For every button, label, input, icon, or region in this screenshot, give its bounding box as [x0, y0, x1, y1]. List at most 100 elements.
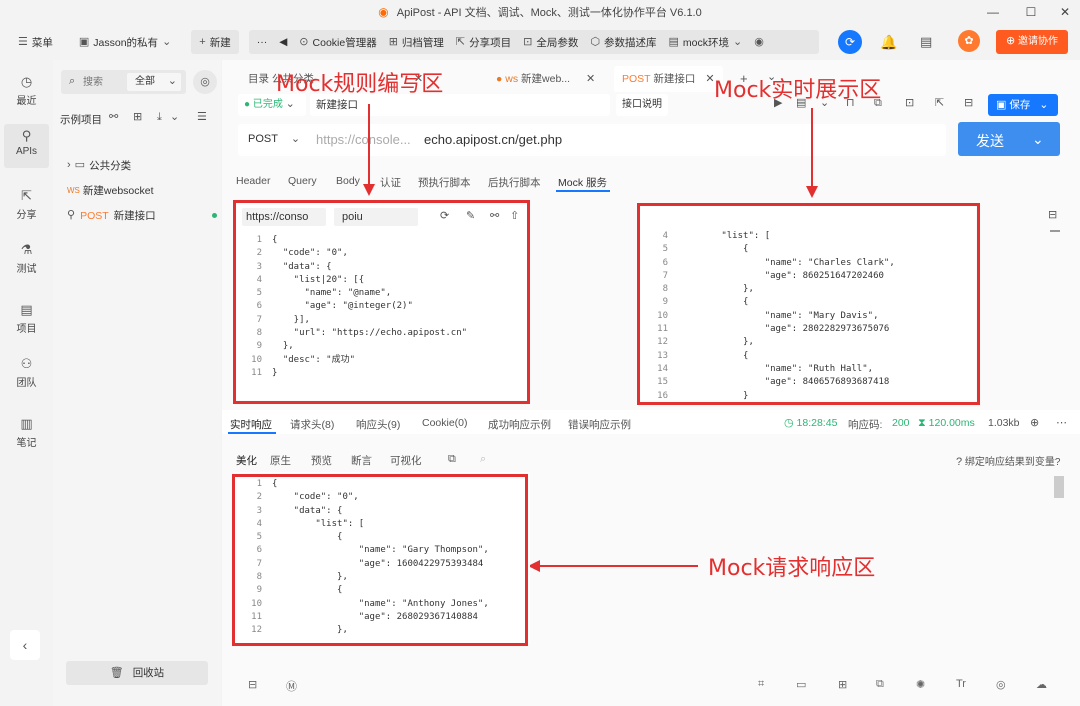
global-params-button[interactable]: ⊡ 全局参数 [517, 35, 584, 50]
layout-icon[interactable]: ⊟ [248, 678, 257, 691]
split-icon[interactable]: ⊞ [838, 678, 847, 691]
globe-icon[interactable]: ⊕ [1030, 418, 1039, 429]
nav-test[interactable]: ⚗ 测试 [4, 238, 49, 282]
note-icon: ▥ [20, 416, 33, 431]
folder-icon: ▭ [74, 159, 86, 171]
cookie-icon: ⊙ [299, 35, 309, 48]
copy-icon[interactable]: ⧉ [448, 454, 456, 465]
resp-subtab-visual[interactable]: 可视化 [390, 453, 422, 468]
tree-search: ⌕ 全部 ⌄ [61, 70, 186, 94]
resp-size: 1.03kb [988, 417, 1020, 429]
bind-variable-link[interactable]: ? 绑定响应结果到变量? [956, 453, 1060, 469]
invite-button[interactable]: ⊕ 邀请协作 [996, 30, 1068, 54]
nav-project[interactable]: ▤ 项目 [4, 298, 49, 342]
chevron-down-icon[interactable]: ⌄ [170, 112, 179, 123]
toolbar: ☰ 菜单 ▣ Jasson的私有 ⌄ + 新建 ··· ◀ ⊙ Cookie管理器… [0, 24, 1080, 60]
window-title: ApiPost - API 文档、调试、Mock、测试一体化协作平台 V6.1.… [396, 7, 702, 19]
search-icon[interactable]: ⌕ [480, 454, 486, 465]
api-tree-panel: ⌕ 全部 ⌄ ◎ 示例项目 ⚯ ⊞ ⤓ ⌄ ☰ › ▭ 公共分类 WS 新建we… [53, 60, 221, 706]
workspace-selector[interactable]: ▣ Jasson的私有 ⌄ [73, 35, 177, 50]
nav-apis[interactable]: ⚲ APIs [4, 124, 49, 168]
toolbar-menu-strip: ··· ◀ ⊙ Cookie管理器 ⊞ 归档管理 ⇱ 分享项目 ⊡ 全局参数 ⬡ 参数描述… [248, 30, 819, 54]
resp-tab-resp-headers[interactable]: 响应头(9) [356, 417, 400, 432]
title-bar: ◉ ApiPost - API 文档、调试、Mock、测试一体化协作平台 V6.… [0, 0, 1080, 24]
chevron-down-icon: ⌄ [732, 35, 743, 48]
resp-tab-live[interactable]: 实时响应 [230, 417, 272, 432]
settings-icon[interactable]: ✺ [916, 678, 925, 691]
resp-subtab-assert[interactable]: 断言 [351, 453, 372, 468]
test-icon: ⚗ [20, 242, 33, 257]
recycle-bin-button[interactable]: 🗑 回收站 [66, 661, 208, 685]
terminal-icon[interactable]: ▭ [796, 678, 806, 691]
resp-tab-cookie[interactable]: Cookie(0) [422, 417, 468, 429]
archive-button[interactable]: ⊞ 归档管理 [383, 35, 450, 50]
tree-item-websocket[interactable]: WS 新建websocket [67, 183, 154, 198]
resp-subtab-pretty[interactable]: 美化 [236, 453, 257, 468]
menu-button[interactable]: ☰ 菜单 [12, 35, 59, 50]
tree-search-input[interactable] [83, 74, 123, 90]
avatar[interactable]: ✿ [958, 30, 980, 52]
share-icon: ⇱ [21, 188, 32, 203]
share-project-button[interactable]: ⇱ 分享项目 [450, 35, 517, 50]
resp-subtab-preview[interactable]: 预览 [311, 453, 332, 468]
chevron-down-icon: ⌄ [162, 35, 172, 48]
apipost-logo-icon: ◉ [378, 5, 389, 19]
main-panel: 目录 公共分类 ✕ ● ws 新建web... ✕ POST 新建接口 ✕ + ⌄ ●… [222, 60, 1080, 706]
resp-tab-success-example[interactable]: 成功响应示例 [488, 417, 551, 432]
eye-button[interactable]: ◉ [748, 36, 770, 48]
minimize-button[interactable]: — [978, 2, 1008, 22]
sync-icon[interactable]: ⟳ [838, 30, 862, 54]
clock-icon: ◷ [20, 74, 33, 89]
resp-tab-error-example[interactable]: 错误响应示例 [568, 417, 631, 432]
user-plus-icon: ⊕ [1006, 35, 1016, 47]
close-button[interactable]: ✕ [1050, 2, 1080, 22]
trash-icon: 🗑 [109, 667, 124, 679]
cookie-manager-button[interactable]: ⊙ Cookie管理器 [293, 35, 382, 50]
search-icon: ⌕ [69, 75, 76, 87]
maximize-button[interactable]: ☐ [1016, 2, 1046, 22]
crop-icon[interactable]: ⌗ [758, 678, 764, 691]
cube-icon: ⬡ [590, 35, 600, 48]
download-icon[interactable]: ⤓ [157, 112, 162, 123]
nav-share[interactable]: ⇱ 分享 [4, 184, 49, 228]
response-scrollbar[interactable] [1054, 476, 1064, 498]
archive-icon: ⊞ [388, 35, 398, 48]
hourglass-icon: ⧗ [918, 417, 926, 429]
folder-add-icon[interactable]: ⊞ [133, 112, 142, 123]
notes-icon[interactable]: ▤ [920, 34, 932, 50]
link-icon[interactable]: ⚯ [109, 112, 118, 123]
bell-icon[interactable]: 🔔 [880, 34, 897, 51]
locate-icon[interactable]: ◎ [193, 70, 217, 94]
back-button[interactable]: ◀ [273, 36, 293, 48]
markdown-icon[interactable]: Ⓜ [286, 678, 297, 694]
env-icon: ▤ [668, 35, 679, 48]
resp-code: 200 [892, 417, 910, 429]
sort-icon[interactable]: ☰ [197, 112, 207, 123]
status-dot [212, 213, 217, 218]
resp-time: ◷ 18:28:45 [784, 417, 838, 429]
resp-tab-req-headers[interactable]: 请求头(8) [290, 417, 334, 432]
tree-filter-select[interactable]: 全部 ⌄ [127, 73, 181, 91]
more-button[interactable]: ··· [251, 36, 274, 48]
arrow-preview-head [806, 186, 818, 198]
tree-item-folder[interactable]: › ▭ 公共分类 [67, 158, 131, 173]
more-icon[interactable]: ⋯ [1056, 418, 1067, 429]
chevron-right-icon: › [67, 159, 71, 171]
chevron-down-icon: ⌄ [167, 75, 177, 87]
team-icon: ⚇ [20, 356, 33, 371]
copy-icon[interactable]: ⧉ [876, 678, 884, 691]
link-icon: ⚲ [67, 209, 76, 221]
new-button[interactable]: + 新建 [191, 30, 239, 54]
tree-item-post[interactable]: ⚲ POST 新建接口 [67, 208, 217, 223]
clock-icon: ◷ [784, 417, 794, 429]
nav-notes[interactable]: ▥ 笔记 [4, 412, 49, 456]
nav-recent[interactable]: ◷ 最近 [4, 70, 49, 114]
nav-team[interactable]: ⚇ 团队 [4, 352, 49, 396]
target-icon[interactable]: ◎ [996, 678, 1006, 691]
mock-env-button[interactable]: ▤ mock环境 ⌄ [662, 35, 748, 50]
param-desc-button[interactable]: ⬡ 参数描述库 [584, 35, 662, 50]
resp-subtab-raw[interactable]: 原生 [270, 453, 291, 468]
collapse-nav-button[interactable]: ‹ [10, 630, 40, 660]
cloud-icon[interactable]: ☁ [1036, 678, 1047, 691]
font-icon[interactable]: Tr [956, 678, 966, 690]
